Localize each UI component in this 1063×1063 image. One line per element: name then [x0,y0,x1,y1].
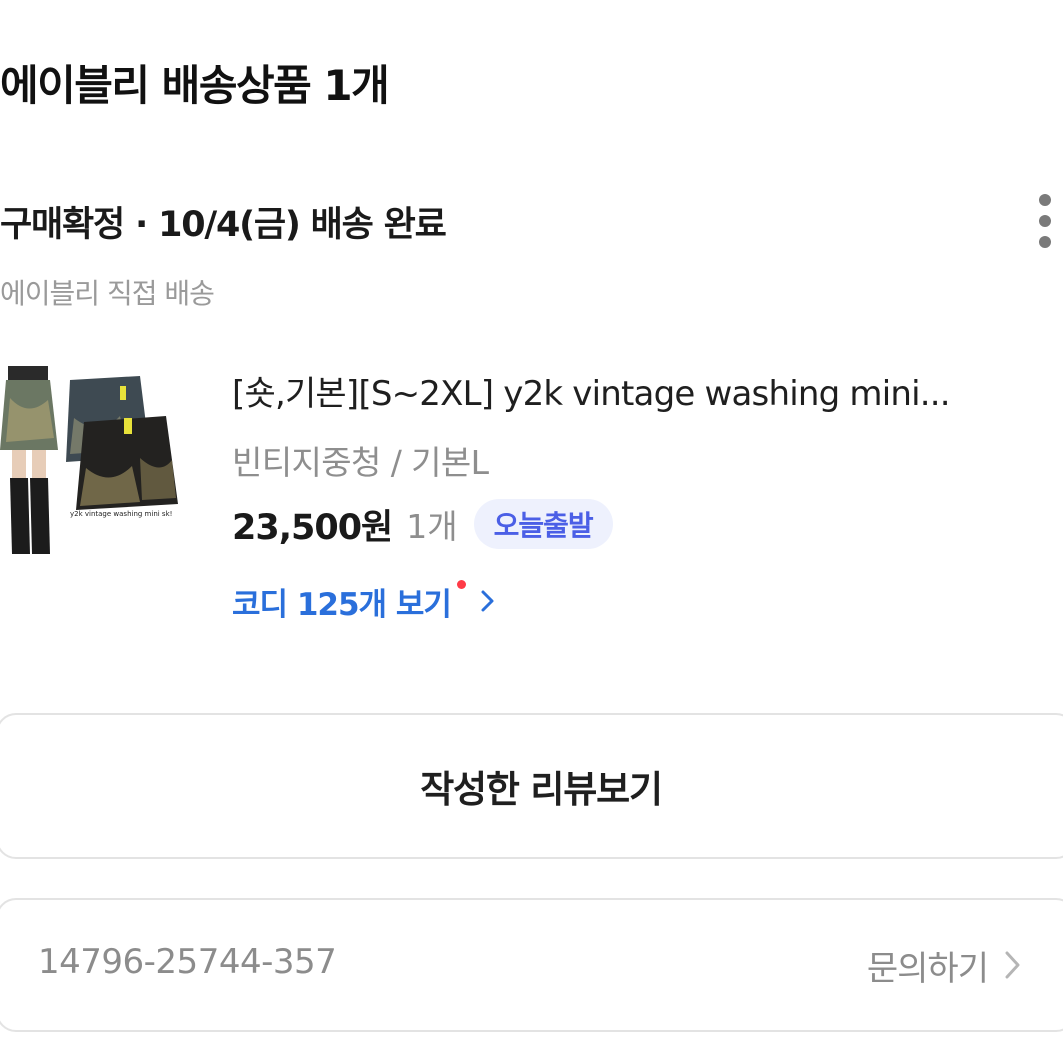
more-options-icon[interactable] [1030,194,1060,248]
price-row: 23,500원 1개 오늘출발 [232,498,613,550]
inquiry-label: 문의하기 [866,948,989,989]
chevron-right-icon [481,590,494,612]
chevron-right-icon [1005,951,1020,979]
view-my-review-button[interactable]: 작성한 리뷰보기 [0,713,1063,859]
product-quantity: 1개 [406,507,458,546]
order-number: 14796-25744-357 [38,942,337,982]
order-info-box: 14796-25744-357 문의하기 [0,898,1063,1032]
view-my-review-label: 작성한 리뷰보기 [420,768,663,811]
product-price: 23,500원 [232,507,393,548]
order-detail-page: 에이블리 배송상품 1개 구매확정 · 10/4(금) 배송 완료 에이블리 직… [0,0,1063,1063]
product-name[interactable]: [숏,기본][S~2XL] y2k vintage washing mini..… [232,366,1032,415]
section-title: 에이블리 배송상품 1개 [0,61,390,110]
product-thumbnail[interactable]: y2k vintage washing mini sk! [0,358,182,558]
thumbnail-caption: y2k vintage washing mini sk! [70,510,172,518]
product-option: 빈티지중청 / 기본L [232,443,489,482]
view-cody-link[interactable]: 코디 125개 보기 [232,578,500,624]
same-day-dispatch-badge: 오늘출발 [473,499,613,549]
shipping-method: 에이블리 직접 배송 [0,277,215,310]
new-indicator-dot [456,580,466,589]
view-cody-label: 코디 125개 보기 [232,586,452,623]
inquiry-link[interactable]: 문의하기 [867,940,1024,990]
order-status: 구매확정 · 10/4(금) 배송 완료 [0,205,447,245]
